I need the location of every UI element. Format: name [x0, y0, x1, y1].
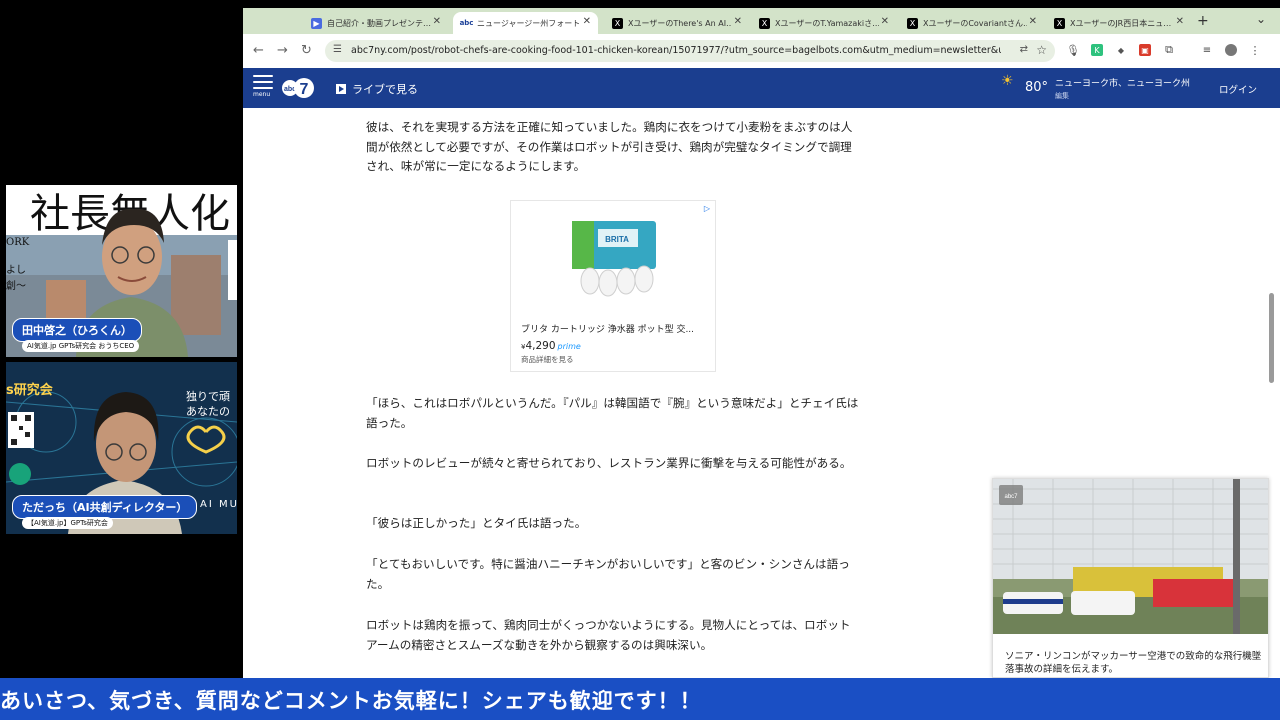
article-paragraph: 「彼らは正しかった」とタイ氏は語った。: [366, 516, 587, 530]
profile-avatar[interactable]: [1225, 44, 1237, 56]
cam2-background-title: s研究会: [6, 382, 54, 398]
close-icon[interactable]: ✕: [1176, 16, 1184, 27]
tab-strip: ▶ 自己紹介・動画プレゼンテ… ✕ abc ニュージャージー州フォート… ✕ X…: [243, 8, 1280, 34]
tab-5[interactable]: X XユーザーのJR西日本ニュ… ✕: [1046, 12, 1191, 34]
menu-label: menu: [253, 91, 271, 98]
tab-1[interactable]: abc ニュージャージー州フォート… ✕: [453, 12, 598, 34]
close-icon[interactable]: ✕: [734, 16, 742, 27]
article-paragraph: 「ほら、これはロボパルというんだ。『パル』は韓国語で『腕』という意味だよ」とチェ…: [366, 396, 859, 430]
ad-price: ¥4,290 prime: [521, 340, 581, 352]
ad-box-brand: BRITA: [605, 235, 629, 244]
svg-text:7: 7: [300, 81, 309, 98]
tab-title: ニュージャージー州フォート…: [477, 18, 581, 28]
abc7-logo[interactable]: abc 7: [281, 76, 315, 100]
hamburger-menu-icon[interactable]: menu: [253, 75, 273, 98]
article-paragraph: 「とてもおいしいです。特に醤油ハニーチキンがおいしいです」と客のビン・シンさんは…: [366, 557, 850, 591]
x-icon: X: [612, 17, 623, 29]
tab-2[interactable]: X XユーザーのThere's An AI… ✕: [604, 12, 749, 34]
video-watermark: abc7: [1004, 494, 1018, 500]
extension-tag-icon[interactable]: ◆: [1115, 44, 1127, 56]
article-paragraph: ロボットは鶏肉を振って、鶏肉同士がくっつかないようにする。見物人にとっては、ロボ…: [366, 618, 851, 652]
tab-title: XユーザーのThere's An AI…: [628, 18, 732, 28]
extension-red-icon[interactable]: ▣: [1139, 44, 1151, 56]
floating-video-player[interactable]: abc7 ソニア・リンコンがマッカーサー空港での致命的な飛行機墜落事故の詳細を伝…: [992, 478, 1269, 678]
abc-icon: abc: [459, 17, 474, 29]
browser-toolbar: ← → ↻ ☰ abc7ny.com/post/robot-chefs-are-…: [243, 34, 1280, 68]
cam1-affiliation: AI気道.jp GPTs研究会 おうちCEO: [22, 340, 140, 352]
comment-ticker-banner: あいさつ、気づき、質問などコメントお気軽に！シェアも歓迎です！！: [0, 678, 1280, 720]
forward-icon[interactable]: →: [277, 43, 288, 58]
cam2-background-text: 独りで頑: [186, 390, 230, 403]
cam1-name-plate: 田中啓之（ひろくん）: [12, 318, 142, 342]
media-icon[interactable]: ≡: [1201, 44, 1213, 56]
video-caption: ソニア・リンコンがマッカーサー空港での致命的な飛行機墜落事故の詳細を伝えます。: [1005, 651, 1262, 675]
stream-stage: ▶ 自己紹介・動画プレゼンテ… ✕ abc ニュージャージー州フォート… ✕ X…: [0, 0, 1280, 720]
ticker-text: あいさつ、気づき、質問などコメントお気軽に！シェアも歓迎です！！: [0, 689, 702, 713]
translate-icon[interactable]: ⇄: [1020, 44, 1028, 55]
tab-0[interactable]: ▶ 自己紹介・動画プレゼンテ… ✕: [303, 12, 448, 34]
cam1-background-text: ORK: [6, 237, 30, 248]
video-thumbnail[interactable]: abc7: [993, 479, 1268, 634]
video-icon: ▶: [311, 17, 322, 29]
cam2-name-plate: ただっち（AI共創ディレクター）: [12, 495, 198, 519]
weather-sun-cloud-icon: ☀: [1001, 73, 1014, 89]
webcam-feed-2: s研究会 独りで頑 あなたの AI MU ただっち（AI共創ディレクター） 【A…: [6, 362, 237, 534]
more-menu-icon[interactable]: ⋮: [1249, 44, 1261, 57]
x-icon: X: [1054, 17, 1065, 29]
ad-title[interactable]: ブリタ カートリッジ 浄水器 ポット型 交...: [521, 322, 694, 335]
tab-4[interactable]: X XユーザーのCovariantさん… ✕: [899, 12, 1044, 34]
microphone-icon[interactable]: 🎙: [1066, 44, 1080, 57]
watch-live-button[interactable]: ライブで見る: [336, 81, 418, 97]
article-body: 彼は、それを実現する方法を正確に知っていました。鶏肉に衣をつけて小麦粉をまぶすの…: [243, 108, 1280, 678]
reload-icon[interactable]: ↻: [301, 43, 312, 58]
article-paragraph: 彼は、それを実現する方法を正確に知っていました。鶏肉に衣をつけて小麦粉をまぶすの…: [366, 120, 853, 173]
prime-badge: prime: [557, 342, 581, 351]
bookmark-star-icon[interactable]: ☆: [1036, 43, 1047, 57]
location-name[interactable]: ニューヨーク市、ニューヨーク州: [1055, 76, 1190, 89]
puzzle-icon[interactable]: ⧉: [1163, 43, 1175, 56]
x-icon: X: [759, 17, 770, 29]
chevron-down-icon[interactable]: ⌄: [1256, 12, 1266, 26]
extension-k-icon[interactable]: K: [1091, 44, 1103, 56]
cam2-background-text: あなたの: [186, 405, 230, 418]
address-bar[interactable]: ☰ abc7ny.com/post/robot-chefs-are-cookin…: [325, 40, 1055, 62]
location-edit-link[interactable]: 編集: [1055, 91, 1069, 101]
ad-detail-link[interactable]: 商品詳細を見る: [521, 354, 574, 365]
x-icon: X: [907, 17, 918, 29]
webcam-feed-1: 社長無人化 ORK よし 創〜 田中啓之（ひろくん） AI気道.jp GPTs研…: [6, 185, 237, 357]
play-icon: [336, 84, 346, 94]
article-paragraph: ロボットのレビューが続々と寄せられており、レストラン業界に衝撃を与える可能性があ…: [366, 456, 852, 470]
cam2-affiliation: 【AI気道.jp】GPTs研究会: [22, 517, 113, 529]
watch-live-label: ライブで見る: [352, 83, 418, 96]
price-value: 4,290: [525, 340, 556, 352]
page-scrollbar[interactable]: [1269, 293, 1274, 383]
water-filter-product-image: BRITA: [572, 221, 656, 297]
cam1-background-text: よし: [6, 264, 26, 276]
cam2-background-brand: AI MU: [200, 499, 237, 510]
tab-title: XユーザーのT.Yamazakiさ…: [775, 18, 879, 28]
site-header: menu abc 7 ライブで見る ☀ 80° ニューヨーク市、ニューヨーク州 …: [243, 68, 1280, 108]
new-tab-icon[interactable]: +: [1197, 13, 1209, 29]
cam1-background-text: 創〜: [6, 280, 26, 292]
login-link[interactable]: ログイン: [1219, 82, 1257, 96]
url-text[interactable]: abc7ny.com/post/robot-chefs-are-cooking-…: [351, 45, 1001, 56]
close-icon[interactable]: ✕: [583, 16, 591, 27]
close-icon[interactable]: ✕: [881, 16, 889, 27]
tab-3[interactable]: X XユーザーのT.Yamazakiさ… ✕: [751, 12, 896, 34]
adchoices-icon[interactable]: ▷: [704, 204, 710, 213]
tab-title: XユーザーのCovariantさん…: [923, 18, 1027, 28]
back-icon[interactable]: ←: [253, 43, 264, 58]
close-icon[interactable]: ✕: [433, 16, 441, 27]
site-info-icon[interactable]: ☰: [333, 44, 342, 55]
tab-title: XユーザーのJR西日本ニュ…: [1070, 18, 1172, 28]
temperature: 80°: [1025, 80, 1049, 95]
browser-window: ▶ 自己紹介・動画プレゼンテ… ✕ abc ニュージャージー州フォート… ✕ X…: [243, 8, 1280, 678]
tab-title: 自己紹介・動画プレゼンテ…: [327, 18, 431, 28]
close-icon[interactable]: ✕: [1029, 16, 1037, 27]
product-ad[interactable]: ▷ BRITA ブリタ カートリッジ 浄水器 ポット型 交... ¥4,290 p…: [510, 200, 716, 372]
